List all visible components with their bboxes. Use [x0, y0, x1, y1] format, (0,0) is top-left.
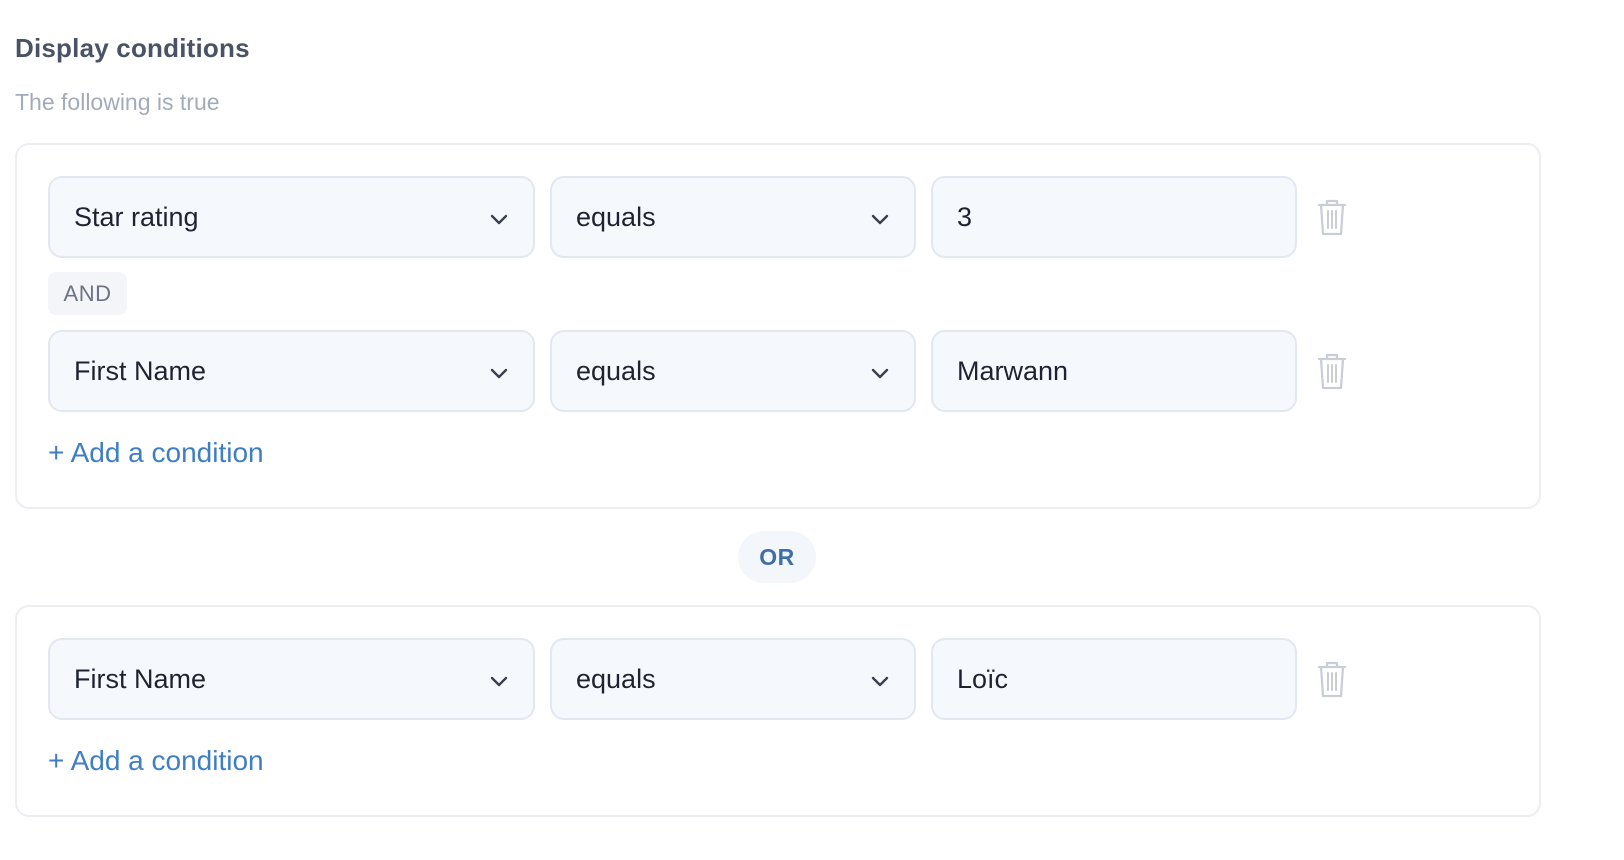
- and-badge: AND: [48, 272, 127, 315]
- trash-icon[interactable]: [1312, 658, 1352, 700]
- condition-row: Star rating equals 3: [48, 176, 1368, 258]
- value-input[interactable]: Loïc: [931, 638, 1297, 720]
- value-input-text: Marwann: [957, 355, 1069, 386]
- operator-select-value: equals: [576, 201, 656, 232]
- operator-select[interactable]: equals: [550, 330, 916, 412]
- value-input-text: 3: [957, 201, 973, 232]
- chevron-down-icon: [868, 207, 892, 231]
- page-subtitle: The following is true: [15, 89, 220, 115]
- condition-group-1: Star rating equals 3 AND First Name equa: [15, 143, 1541, 509]
- property-select[interactable]: First Name: [48, 330, 535, 412]
- value-input[interactable]: Marwann: [931, 330, 1297, 412]
- or-badge: OR: [738, 531, 816, 583]
- chevron-down-icon: [487, 361, 511, 385]
- chevron-down-icon: [868, 669, 892, 693]
- property-select-value: Star rating: [74, 201, 199, 232]
- property-select[interactable]: First Name: [48, 638, 535, 720]
- chevron-down-icon: [487, 207, 511, 231]
- property-select-value: First Name: [74, 355, 207, 386]
- operator-select-value: equals: [576, 663, 656, 694]
- condition-row: First Name equals Loïc: [48, 638, 1368, 720]
- property-select-value: First Name: [74, 663, 207, 694]
- add-condition-link[interactable]: + Add a condition: [48, 745, 264, 777]
- operator-select[interactable]: equals: [550, 176, 916, 258]
- property-select[interactable]: Star rating: [48, 176, 535, 258]
- operator-select[interactable]: equals: [550, 638, 916, 720]
- add-condition-link[interactable]: + Add a condition: [48, 437, 264, 469]
- operator-select-value: equals: [576, 355, 656, 386]
- value-input[interactable]: 3: [931, 176, 1297, 258]
- page-title: Display conditions: [15, 33, 250, 63]
- condition-row: First Name equals Marwann: [48, 330, 1368, 412]
- value-input-text: Loïc: [957, 663, 1009, 694]
- chevron-down-icon: [487, 669, 511, 693]
- chevron-down-icon: [868, 361, 892, 385]
- condition-group-2: First Name equals Loïc + Add a condition: [15, 605, 1541, 817]
- trash-icon[interactable]: [1312, 196, 1352, 238]
- trash-icon[interactable]: [1312, 350, 1352, 392]
